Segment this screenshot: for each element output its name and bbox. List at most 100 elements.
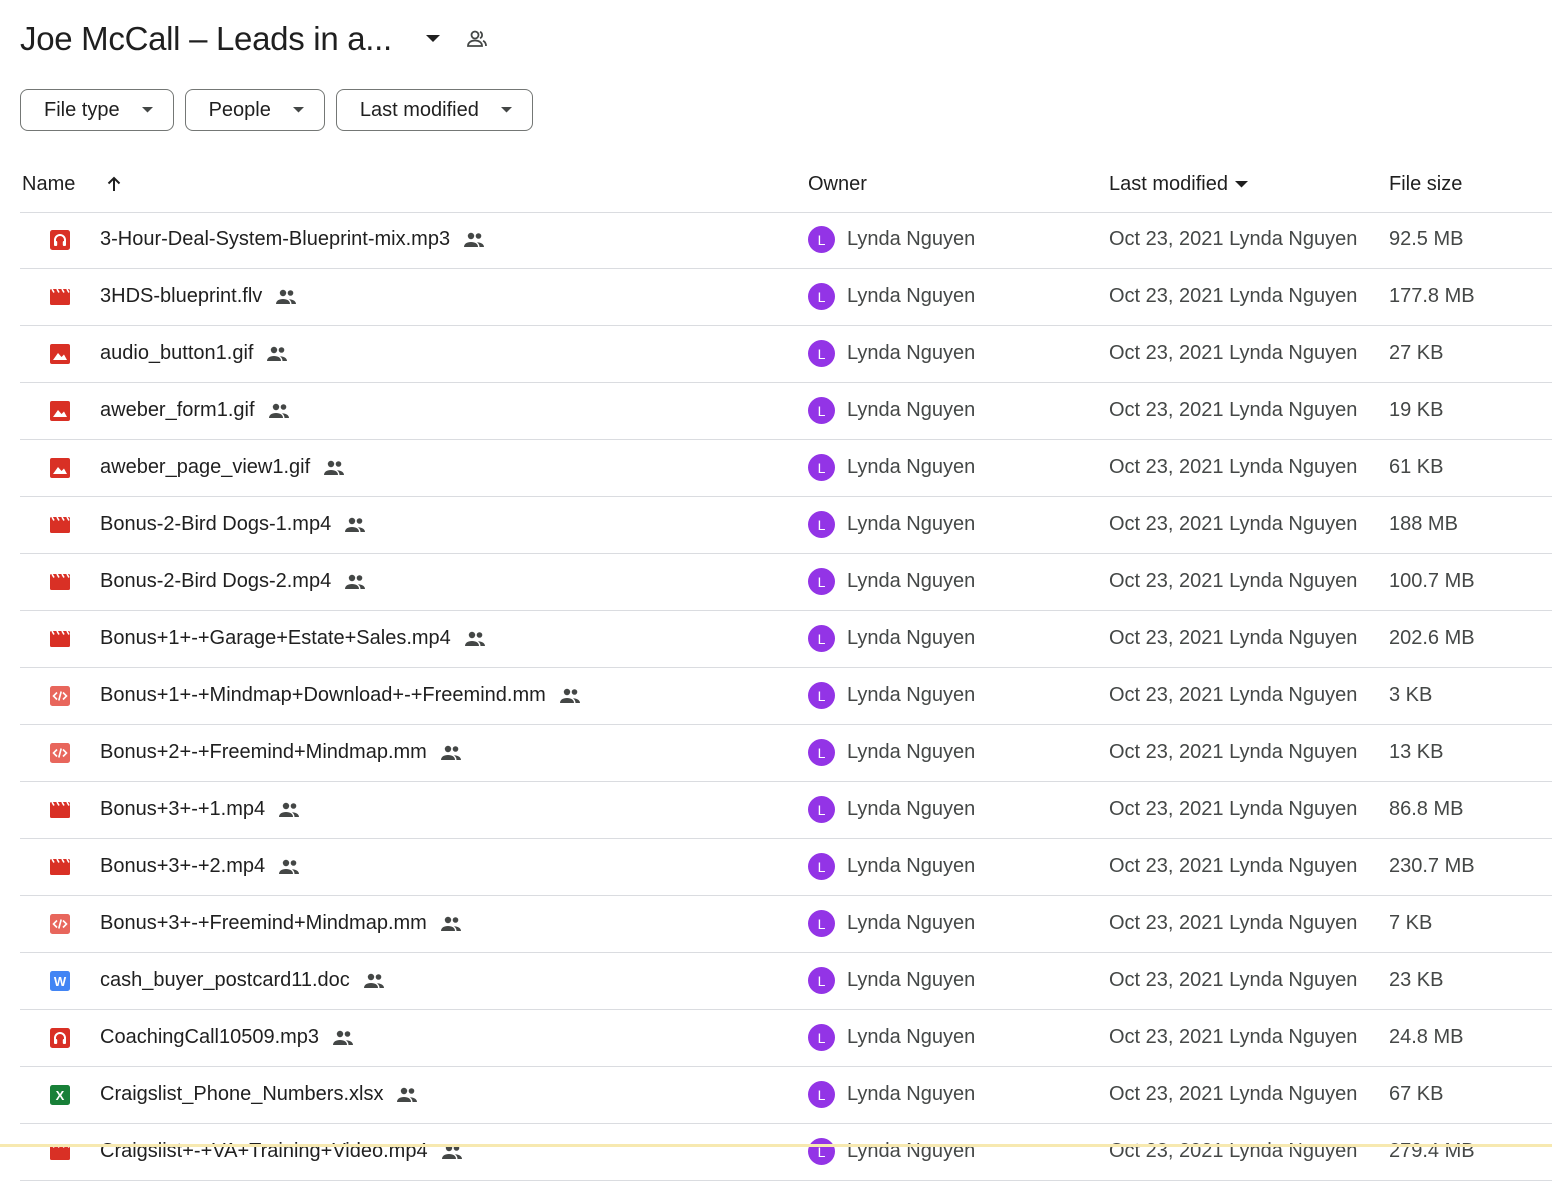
file-name-cell[interactable]: aweber_page_view1.gif <box>100 440 346 495</box>
file-name-cell[interactable]: 3-Hour-Deal-System-Blueprint-mix.mp3 <box>100 212 486 267</box>
file-row[interactable]: Bonus+2+-+Freemind+Mindmap.mm L Lynda Nguy… <box>20 725 1552 782</box>
last-modified-cell: Oct 23, 2021 Lynda Nguyen <box>1109 570 1358 592</box>
owner-cell: L Lynda Nguyen <box>808 611 975 666</box>
file-name-cell[interactable]: audio_button1.gif <box>100 326 289 381</box>
owner-name: Lynda Nguyen <box>847 1026 976 1048</box>
file-row[interactable]: 3HDS-blueprint.flv L Lynda Nguyen Oct 23, 2… <box>20 269 1552 326</box>
avatar: L <box>808 625 835 652</box>
people-filter[interactable]: People <box>184 89 325 131</box>
file-name-cell[interactable]: 3HDS-blueprint.flv <box>100 269 298 324</box>
video-file-icon <box>49 782 71 837</box>
file-name-cell[interactable]: aweber_form1.gif <box>100 383 291 438</box>
file-name: Bonus+1+-+Mindmap+Download+-+Freemind.mm <box>100 684 546 706</box>
file-name-cell[interactable]: Bonus-2-Bird Dogs-1.mp4 <box>100 497 367 552</box>
file-name-cell[interactable]: Bonus+1+-+Garage+Estate+Sales.mp4 <box>100 611 487 666</box>
file-row[interactable]: audio_button1.gif L Lynda Nguyen Oct 23, 20… <box>20 326 1552 383</box>
file-name: audio_button1.gif <box>100 342 254 364</box>
owner-cell: L Lynda Nguyen <box>808 212 975 267</box>
shared-people-icon <box>343 516 367 534</box>
shared-people-icon <box>277 801 301 819</box>
owner-name: Lynda Nguyen <box>847 399 976 421</box>
video-file-icon <box>49 839 71 894</box>
chevron-down-icon[interactable] <box>418 24 448 54</box>
code-file-icon <box>49 725 71 780</box>
file-name-cell[interactable]: Bonus+1+-+Mindmap+Download+-+Freemind.mm <box>100 668 582 723</box>
file-row[interactable]: Bonus+3+-+1.mp4 L Lynda Nguyen Oct 23, 2021… <box>20 782 1552 839</box>
sort-arrow-up-icon[interactable] <box>105 175 123 193</box>
file-row[interactable]: CoachingCall10509.mp3 L Lynda Nguyen Oct 23… <box>20 1010 1552 1067</box>
file-name: aweber_form1.gif <box>100 399 255 421</box>
file-size-cell: 279.4 MB <box>1389 1140 1475 1162</box>
file-size-cell: 92.5 MB <box>1389 228 1464 250</box>
last-modified-column-header[interactable]: Last modified <box>1109 156 1248 212</box>
file-name: aweber_page_view1.gif <box>100 456 311 478</box>
shared-people-icon <box>462 231 486 249</box>
owner-cell: L Lynda Nguyen <box>808 383 975 438</box>
name-column-label: Name <box>22 172 76 195</box>
folder-title[interactable]: Joe McCall – Leads in a... <box>20 20 392 58</box>
file-row[interactable]: Bonus-2-Bird Dogs-1.mp4 L Lynda Nguyen Oct … <box>20 497 1552 554</box>
file-name-cell[interactable]: Bonus+3+-+1.mp4 <box>100 782 301 837</box>
file-name-cell[interactable]: CoachingCall10509.mp3 <box>100 1010 355 1065</box>
file-name-cell[interactable]: Bonus+3+-+Freemind+Mindmap.mm <box>100 896 463 951</box>
owner-column-header[interactable]: Owner <box>808 156 867 212</box>
shared-people-icon <box>277 858 301 876</box>
last-modified-cell: Oct 23, 2021 Lynda Nguyen <box>1109 741 1358 763</box>
file-row[interactable]: Bonus+1+-+Garage+Estate+Sales.mp4 L Lynda … <box>20 611 1552 668</box>
filter-bar: File type People Last modified <box>20 89 533 131</box>
video-file-icon <box>49 1124 71 1179</box>
file-name-cell[interactable]: Craigslist_Phone_Numbers.xlsx <box>100 1067 419 1122</box>
last-modified-cell: Oct 23, 2021 Lynda Nguyen <box>1109 399 1358 421</box>
owner-cell: L Lynda Nguyen <box>808 953 975 1008</box>
filter-label: File type <box>44 98 120 121</box>
file-size-column-label: File size <box>1389 172 1463 195</box>
owner-name: Lynda Nguyen <box>847 969 976 991</box>
file-name: cash_buyer_postcard11.doc <box>100 969 350 991</box>
file-row[interactable]: 3-Hour-Deal-System-Blueprint-mix.mp3 L Lyn… <box>20 212 1552 269</box>
last-modified-cell: Oct 23, 2021 Lynda Nguyen <box>1109 1140 1358 1162</box>
last-modified-cell: Oct 23, 2021 Lynda Nguyen <box>1109 627 1358 649</box>
file-row[interactable]: Craigslist+-+VA+Training+Video.mp4 L Lynda… <box>20 1124 1552 1181</box>
excel-file-icon: X <box>49 1067 71 1122</box>
file-size-column-header[interactable]: File size <box>1389 156 1462 212</box>
file-row[interactable]: Bonus+3+-+Freemind+Mindmap.mm L Lynda Nguy… <box>20 896 1552 953</box>
last-modified-cell: Oct 23, 2021 Lynda Nguyen <box>1109 969 1358 991</box>
owner-column-label: Owner <box>808 172 867 195</box>
file-row[interactable]: Bonus+3+-+2.mp4 L Lynda Nguyen Oct 23, 2021… <box>20 839 1552 896</box>
owner-name: Lynda Nguyen <box>847 228 976 250</box>
file-name-cell[interactable]: Craigslist+-+VA+Training+Video.mp4 <box>100 1124 464 1179</box>
avatar: L <box>808 454 835 481</box>
file-size-cell: 13 KB <box>1389 741 1444 763</box>
avatar: L <box>808 511 835 538</box>
name-column-header[interactable]: Name <box>22 156 123 212</box>
file-row[interactable]: Bonus-2-Bird Dogs-2.mp4 L Lynda Nguyen Oct … <box>20 554 1552 611</box>
file-name-cell[interactable]: Bonus+2+-+Freemind+Mindmap.mm <box>100 725 463 780</box>
file-row[interactable]: X Craigslist_Phone_Numbers.xlsx L Lynda Ngu… <box>20 1067 1552 1124</box>
owner-name: Lynda Nguyen <box>847 342 976 364</box>
file-name-cell[interactable]: Bonus+3+-+2.mp4 <box>100 839 301 894</box>
file-name: Bonus-2-Bird Dogs-2.mp4 <box>100 570 332 592</box>
audio-file-icon <box>49 1010 71 1065</box>
owner-name: Lynda Nguyen <box>847 798 976 820</box>
file-size-cell: 3 KB <box>1389 684 1433 706</box>
file-size-cell: 19 KB <box>1389 399 1444 421</box>
last-modified-cell: Oct 23, 2021 Lynda Nguyen <box>1109 342 1358 364</box>
file-name: CoachingCall10509.mp3 <box>100 1026 320 1048</box>
file-name-cell[interactable]: cash_buyer_postcard11.doc <box>100 953 386 1008</box>
file-row[interactable]: aweber_form1.gif L Lynda Nguyen Oct 23, 202… <box>20 383 1552 440</box>
shared-people-icon <box>267 402 291 420</box>
file-name-cell[interactable]: Bonus-2-Bird Dogs-2.mp4 <box>100 554 367 609</box>
last-modified-cell: Oct 23, 2021 Lynda Nguyen <box>1109 798 1358 820</box>
file-row[interactable]: Bonus+1+-+Mindmap+Download+-+Freemind.mm… <box>20 668 1552 725</box>
owner-name: Lynda Nguyen <box>847 627 976 649</box>
file-size-cell: 24.8 MB <box>1389 1026 1464 1048</box>
owner-cell: L Lynda Nguyen <box>808 839 975 894</box>
owner-name: Lynda Nguyen <box>847 456 976 478</box>
last-modified-filter[interactable]: Last modified <box>335 89 533 131</box>
shared-people-icon <box>463 630 487 648</box>
file-row[interactable]: Wcash_buyer_postcard11.doc L Lynda Nguyen O… <box>20 953 1552 1010</box>
file-row[interactable]: aweber_page_view1.gif L Lynda Nguyen Oct 23… <box>20 440 1552 497</box>
shared-folder-people-icon[interactable] <box>462 24 492 54</box>
word-file-icon: W <box>49 953 71 1008</box>
file-type-filter[interactable]: File type <box>20 89 174 131</box>
